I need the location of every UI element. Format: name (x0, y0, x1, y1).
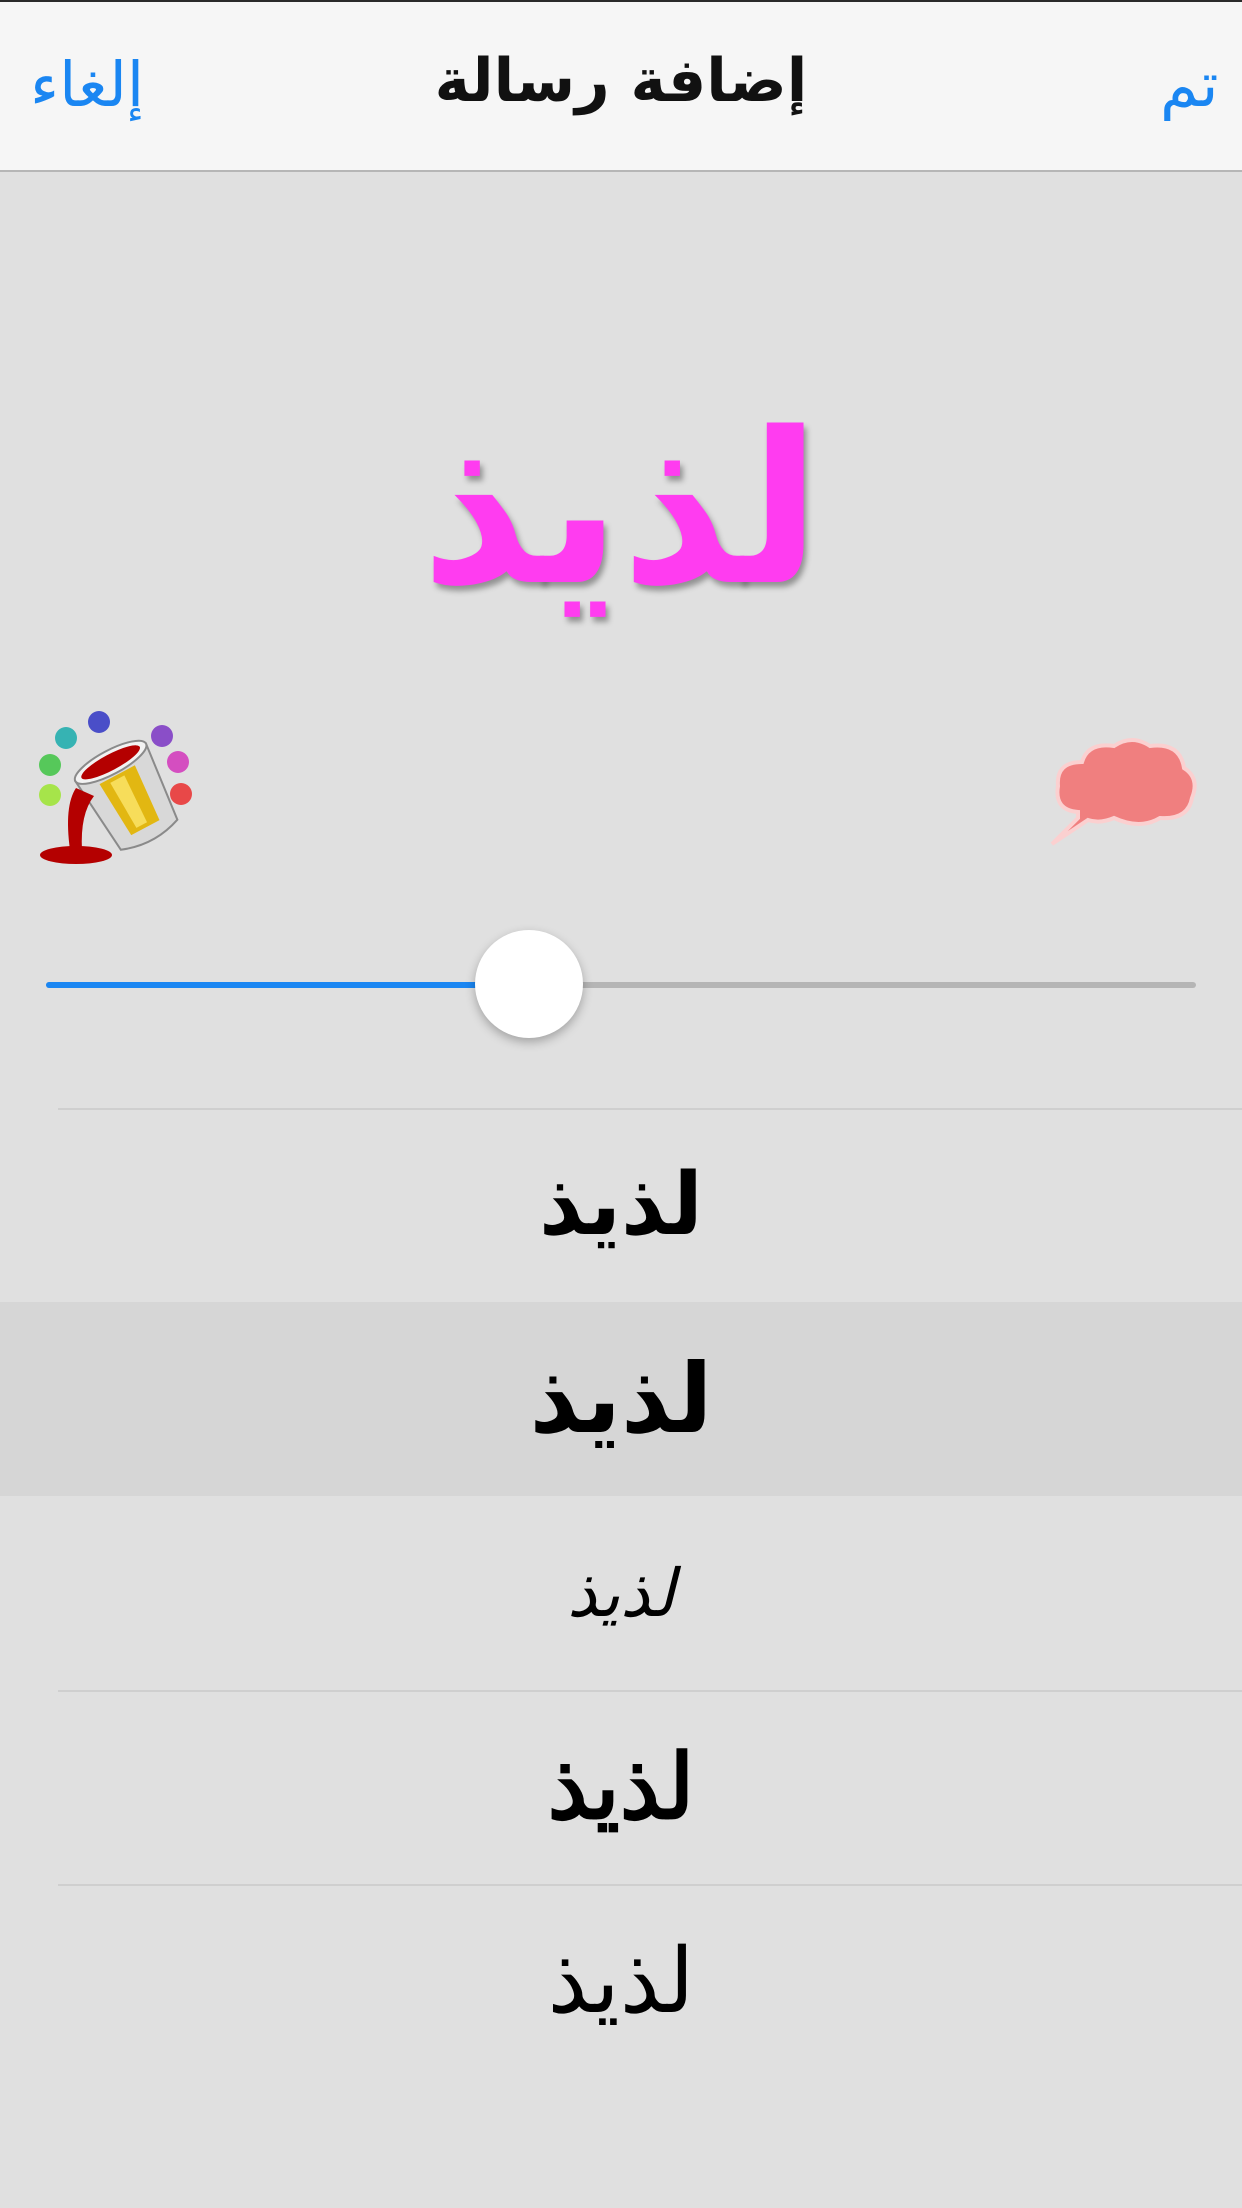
navigation-bar: إلغاء إضافة رسالة تم (0, 0, 1242, 172)
font-option[interactable]: لذيذ (0, 1884, 1242, 2078)
font-option-label: لذيذ (539, 1155, 703, 1255)
font-option[interactable]: لذيذ (0, 1496, 1242, 1690)
font-option-label: لذيذ (547, 1737, 695, 1838)
font-option-label: لذيذ (529, 1343, 713, 1455)
page-title: إضافة رسالة (434, 46, 808, 116)
font-option[interactable]: لذيذ (0, 1108, 1242, 1302)
size-slider[interactable] (46, 930, 1196, 1040)
font-option[interactable]: لذيذ (0, 1690, 1242, 1884)
done-button[interactable]: تم (1160, 48, 1219, 121)
font-option-selected[interactable]: لذيذ (0, 1302, 1242, 1496)
speech-bubble-icon[interactable] (1048, 734, 1202, 852)
message-preview: لذيذ (420, 387, 822, 632)
paint-bucket-icon[interactable] (36, 710, 196, 875)
slider-fill (46, 982, 529, 988)
font-option-label: لذيذ (547, 1932, 695, 2032)
font-list: لذيذ لذيذ لذيذ لذيذ لذيذ (0, 1108, 1242, 2078)
font-option-label: لذيذ (567, 1554, 675, 1632)
slider-thumb[interactable] (475, 930, 583, 1038)
